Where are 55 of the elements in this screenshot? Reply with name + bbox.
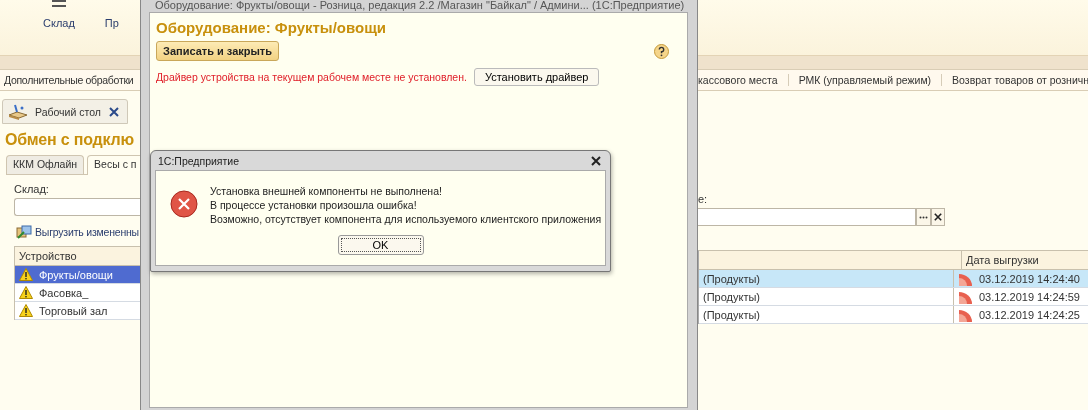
warning-message: Драйвер устройства на текущем рабочем месте не установлен. (156, 71, 467, 83)
device-name: Фрукты/овощи (39, 268, 113, 281)
field-label: Склад: (14, 183, 50, 195)
table-cell: (Продукты) (703, 290, 761, 303)
open-tab[interactable]: Рабочий стол (2, 99, 128, 124)
toolbar-button[interactable]: Пр (104, 17, 119, 29)
nav-link[interactable]: Возврат товаров от розничн (942, 74, 1088, 86)
date-cell: 03.12.2019 14:24:40 (979, 272, 1080, 285)
toolbar-button[interactable]: Склад (43, 17, 75, 29)
table-cell: (Продукты) (703, 308, 761, 321)
error-message: Возможно, отсутствует компонента для используемого клиентского приложения (210, 212, 602, 226)
export-link[interactable]: Выгрузить измененны (35, 226, 139, 238)
nav-link[interactable]: Дополнительные обработки (0, 74, 134, 86)
ok-button[interactable]: OK (337, 235, 424, 255)
window-title: Оборудование: Фрукты/овощи - Розница, редакция 2.2 /Магазин "Байкал" / Админи... (1С:Предприятие) (155, 0, 685, 11)
help-icon[interactable] (654, 43, 669, 59)
device-name: Фасовка_ (39, 286, 89, 299)
dialog-title: 1С:Предприятие (158, 154, 240, 167)
ellipsis-icon (919, 215, 928, 219)
warning-icon (19, 286, 33, 299)
export-icon (16, 225, 32, 239)
clear-button[interactable] (931, 208, 945, 226)
date-cell: 03.12.2019 14:24:25 (979, 308, 1080, 321)
tab[interactable]: Весы с п (87, 155, 140, 175)
install-driver-button[interactable]: Установить драйвер (473, 68, 600, 86)
table-row[interactable]: Торговый зал (15, 302, 140, 319)
page-title: Обмен с подклю (5, 131, 135, 149)
table-row[interactable]: (Продукты) 03.12.2019 14:24:59 (699, 288, 1088, 306)
tab[interactable]: ККМ Офлайн (6, 155, 85, 174)
error-message: В процессе установки произошла ошибка! (210, 198, 418, 212)
column-header: Устройство (18, 249, 78, 264)
warehouse-field[interactable] (14, 198, 140, 216)
table-cell: (Продукты) (703, 272, 761, 285)
error-icon (170, 190, 198, 218)
nav-link[interactable]: кассового места (698, 74, 789, 86)
device-name: Торговый зал (39, 304, 108, 317)
desk-icon (7, 102, 29, 121)
warning-icon (19, 268, 33, 281)
close-icon (934, 213, 942, 221)
table-row[interactable]: Фасовка_ (15, 284, 140, 301)
warning-icon (19, 304, 33, 317)
error-message: Установка внешней компоненты не выполнена! (210, 184, 443, 198)
table-row[interactable]: Фрукты/овощи (15, 266, 140, 283)
table-row[interactable]: (Продукты) 03.12.2019 14:24:40 (699, 270, 1088, 288)
shelf-icon (51, 0, 66, 8)
table-row[interactable]: (Продукты) 03.12.2019 14:24:25 (699, 306, 1088, 324)
nav-link[interactable]: РМК (управляемый режим) (788, 74, 943, 86)
column-header: Дата выгрузки (961, 251, 1088, 269)
field-label: е: (698, 193, 709, 205)
form-heading: Оборудование: Фрукты/овощи (156, 19, 388, 36)
date-cell: 03.12.2019 14:24:59 (979, 290, 1080, 303)
save-and-close-button[interactable]: Записать и закрыть (156, 41, 280, 61)
input-field[interactable] (698, 208, 916, 226)
close-icon[interactable] (591, 155, 601, 166)
close-icon[interactable] (109, 106, 119, 117)
